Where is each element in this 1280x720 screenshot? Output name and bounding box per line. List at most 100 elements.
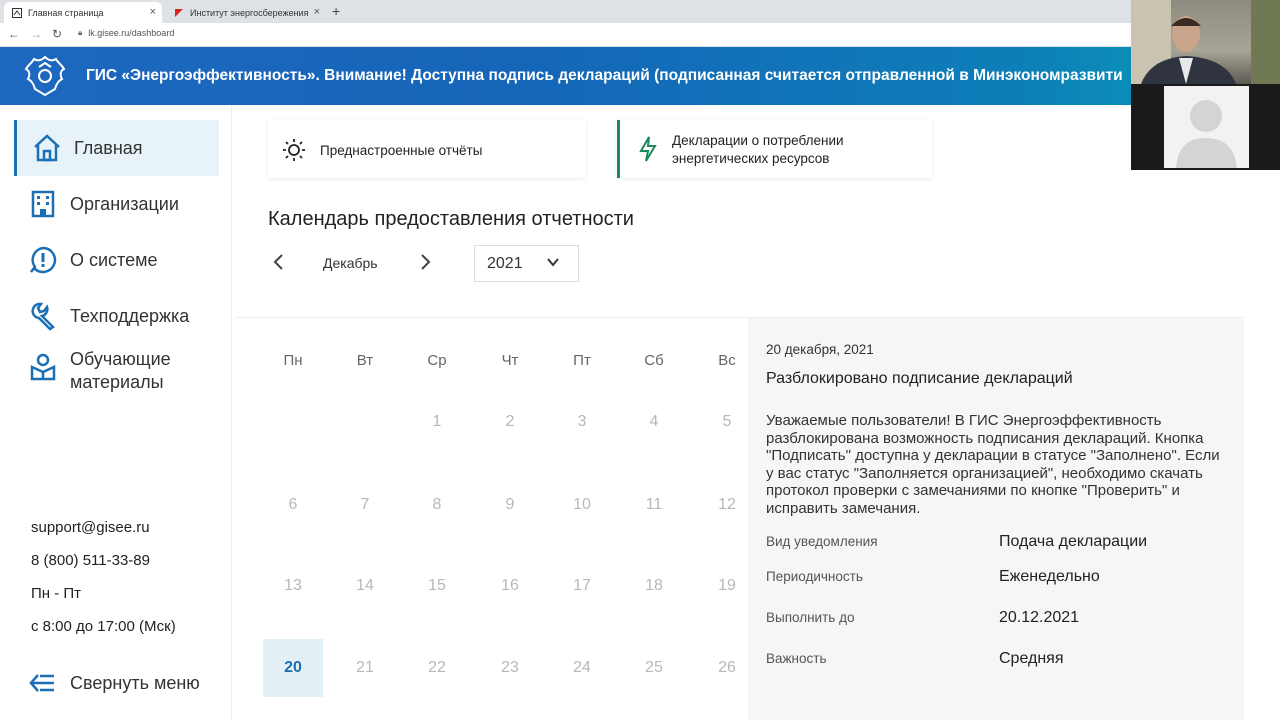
calendar-day[interactable]: 3 bbox=[552, 393, 612, 451]
sidebar-item-home[interactable]: Главная bbox=[14, 120, 219, 176]
notification-date: 20 декабря, 2021 bbox=[766, 342, 874, 357]
calendar-day[interactable]: 16 bbox=[480, 557, 540, 615]
browser-tab-institute[interactable]: Институт энергосбережения × bbox=[166, 2, 326, 23]
page-icon bbox=[12, 7, 22, 18]
sidebar-item-support[interactable]: Техподдержка bbox=[14, 288, 219, 344]
calendar-day[interactable]: 22 bbox=[407, 639, 467, 697]
support-days: Пн - Пт bbox=[31, 585, 82, 602]
year-value: 2021 bbox=[487, 255, 523, 272]
field-key: Важность bbox=[766, 651, 827, 666]
announcement-banner: ГИС «Энергоэффективность». Внимание! Дос… bbox=[0, 47, 1280, 105]
calendar-day[interactable]: 1 bbox=[407, 393, 467, 451]
weekday-header: Вт bbox=[356, 352, 374, 369]
card-label: Преднастроенные отчёты bbox=[320, 143, 483, 158]
webcam-presenter-video bbox=[1131, 0, 1280, 84]
calendar-day[interactable]: 4 bbox=[624, 393, 684, 451]
presenter-video-frame bbox=[1131, 0, 1280, 84]
building-icon bbox=[31, 190, 55, 218]
calendar-day[interactable]: 14 bbox=[335, 557, 395, 615]
calendar-day[interactable]: 11 bbox=[624, 476, 684, 534]
field-value: Еженедельно bbox=[999, 568, 1100, 585]
back-arrow-icon[interactable]: ← bbox=[8, 27, 20, 41]
sidebar-item-label: Организации bbox=[70, 193, 179, 214]
sidebar-item-education[interactable]: Обучающие материалы bbox=[14, 344, 219, 404]
user-avatar-icon bbox=[1176, 100, 1237, 168]
url-text: lk.gisee.ru/dashboard bbox=[88, 28, 175, 38]
support-phone[interactable]: 8 (800) 511-33-89 bbox=[31, 552, 150, 569]
lightning-icon bbox=[639, 136, 657, 162]
collapse-arrow-icon bbox=[29, 674, 54, 692]
sidebar-item-about[interactable]: О системе bbox=[14, 232, 219, 288]
calendar-day[interactable]: 2 bbox=[480, 393, 540, 451]
calendar-day[interactable]: 6 bbox=[263, 476, 323, 534]
calendar-day-selected[interactable]: 20 bbox=[263, 639, 323, 697]
tab-title: Главная страница bbox=[28, 7, 104, 18]
sidebar-item-label: Техподдержка bbox=[70, 305, 190, 326]
calendar-day[interactable]: 7 bbox=[335, 476, 395, 534]
month-label: Декабрь bbox=[323, 255, 378, 271]
support-email[interactable]: support@gisee.ru bbox=[31, 519, 150, 536]
prev-month-chevron-icon[interactable] bbox=[272, 252, 286, 277]
wrench-icon bbox=[31, 302, 55, 331]
forward-arrow-icon[interactable]: → bbox=[30, 27, 42, 41]
notification-detail-panel: 20 декабря, 2021 Разблокировано подписан… bbox=[748, 318, 1244, 720]
card-label-line2: энергетических ресурсов bbox=[672, 151, 830, 166]
field-key: Периодичность bbox=[766, 569, 863, 584]
sidebar-item-label: Главная bbox=[74, 137, 143, 158]
tab-close-icon[interactable]: × bbox=[314, 6, 320, 18]
sidebar: Главная Организации О системе Техподдерж… bbox=[0, 106, 232, 720]
webcam-participant-video bbox=[1131, 84, 1280, 170]
weekday-header: Сб bbox=[644, 352, 664, 369]
year-select[interactable]: 2021 bbox=[474, 245, 579, 282]
sidebar-item-label: О системе bbox=[70, 249, 158, 270]
weekday-header: Ср bbox=[427, 352, 447, 369]
calendar-day[interactable]: 18 bbox=[624, 557, 684, 615]
calendar-day[interactable]: 21 bbox=[335, 639, 395, 697]
field-value: Средняя bbox=[999, 650, 1064, 667]
weekday-header: Чт bbox=[501, 352, 519, 369]
weekday-header: Пт bbox=[573, 352, 591, 369]
sidebar-item-label: Обучающие материалы bbox=[70, 349, 171, 392]
weekday-header: Пн bbox=[283, 352, 303, 369]
calendar-day[interactable]: 25 bbox=[624, 639, 684, 697]
support-hours: с 8:00 до 17:00 (Мск) bbox=[31, 618, 176, 635]
tab-title: Институт энергосбережения bbox=[190, 7, 309, 18]
sun-icon bbox=[283, 139, 305, 161]
preset-reports-card[interactable]: Преднастроенные отчёты bbox=[268, 120, 586, 178]
education-icon bbox=[30, 353, 56, 381]
notification-body: Уважаемые пользователи! В ГИС Энергоэффе… bbox=[766, 412, 1220, 517]
field-key: Выполнить до bbox=[766, 610, 855, 625]
home-icon bbox=[34, 134, 60, 162]
card-label-line1: Декларации о потреблении bbox=[672, 133, 844, 148]
new-tab-button[interactable]: + bbox=[332, 3, 340, 19]
calendar-day[interactable]: 17 bbox=[552, 557, 612, 615]
calendar-day[interactable]: 23 bbox=[480, 639, 540, 697]
collapse-menu-label: Свернуть меню bbox=[70, 672, 200, 693]
notification-title: Разблокировано подписание деклараций bbox=[766, 370, 1073, 387]
calendar-title: Календарь предоставления отчетности bbox=[268, 208, 634, 230]
flag-icon bbox=[174, 8, 184, 18]
field-key: Вид уведомления bbox=[766, 534, 878, 549]
sidebar-item-organizations[interactable]: Организации bbox=[14, 176, 219, 232]
lock-icon: 🔒︎ bbox=[78, 28, 83, 37]
calendar-day[interactable]: 13 bbox=[263, 557, 323, 615]
calendar-day[interactable]: 8 bbox=[407, 476, 467, 534]
chevron-down-icon bbox=[547, 258, 559, 267]
next-month-chevron-icon[interactable] bbox=[418, 252, 432, 277]
url-field[interactable]: 🔒︎ lk.gisee.ru/dashboard bbox=[78, 28, 174, 38]
info-circle-icon bbox=[30, 246, 57, 274]
browser-tab-bar: Главная страница × Институт энергосбереж… bbox=[0, 0, 1280, 23]
avatar-placeholder bbox=[1164, 86, 1249, 168]
calendar-day[interactable]: 9 bbox=[480, 476, 540, 534]
tab-close-icon[interactable]: × bbox=[150, 6, 156, 18]
address-bar: ← → ↻ 🔒︎ lk.gisee.ru/dashboard bbox=[0, 23, 1280, 47]
calendar-day[interactable]: 15 bbox=[407, 557, 467, 615]
browser-tab-main[interactable]: Главная страница × bbox=[4, 2, 162, 23]
calendar-day[interactable]: 24 bbox=[552, 639, 612, 697]
declarations-card[interactable]: Декларации о потреблении энергетических … bbox=[617, 120, 932, 178]
field-value: 20.12.2021 bbox=[999, 609, 1080, 626]
calendar-day[interactable]: 10 bbox=[552, 476, 612, 534]
field-value: Подача декларации bbox=[999, 533, 1148, 550]
reload-icon[interactable]: ↻ bbox=[52, 27, 62, 41]
collapse-menu-button[interactable]: Свернуть меню bbox=[28, 668, 218, 698]
